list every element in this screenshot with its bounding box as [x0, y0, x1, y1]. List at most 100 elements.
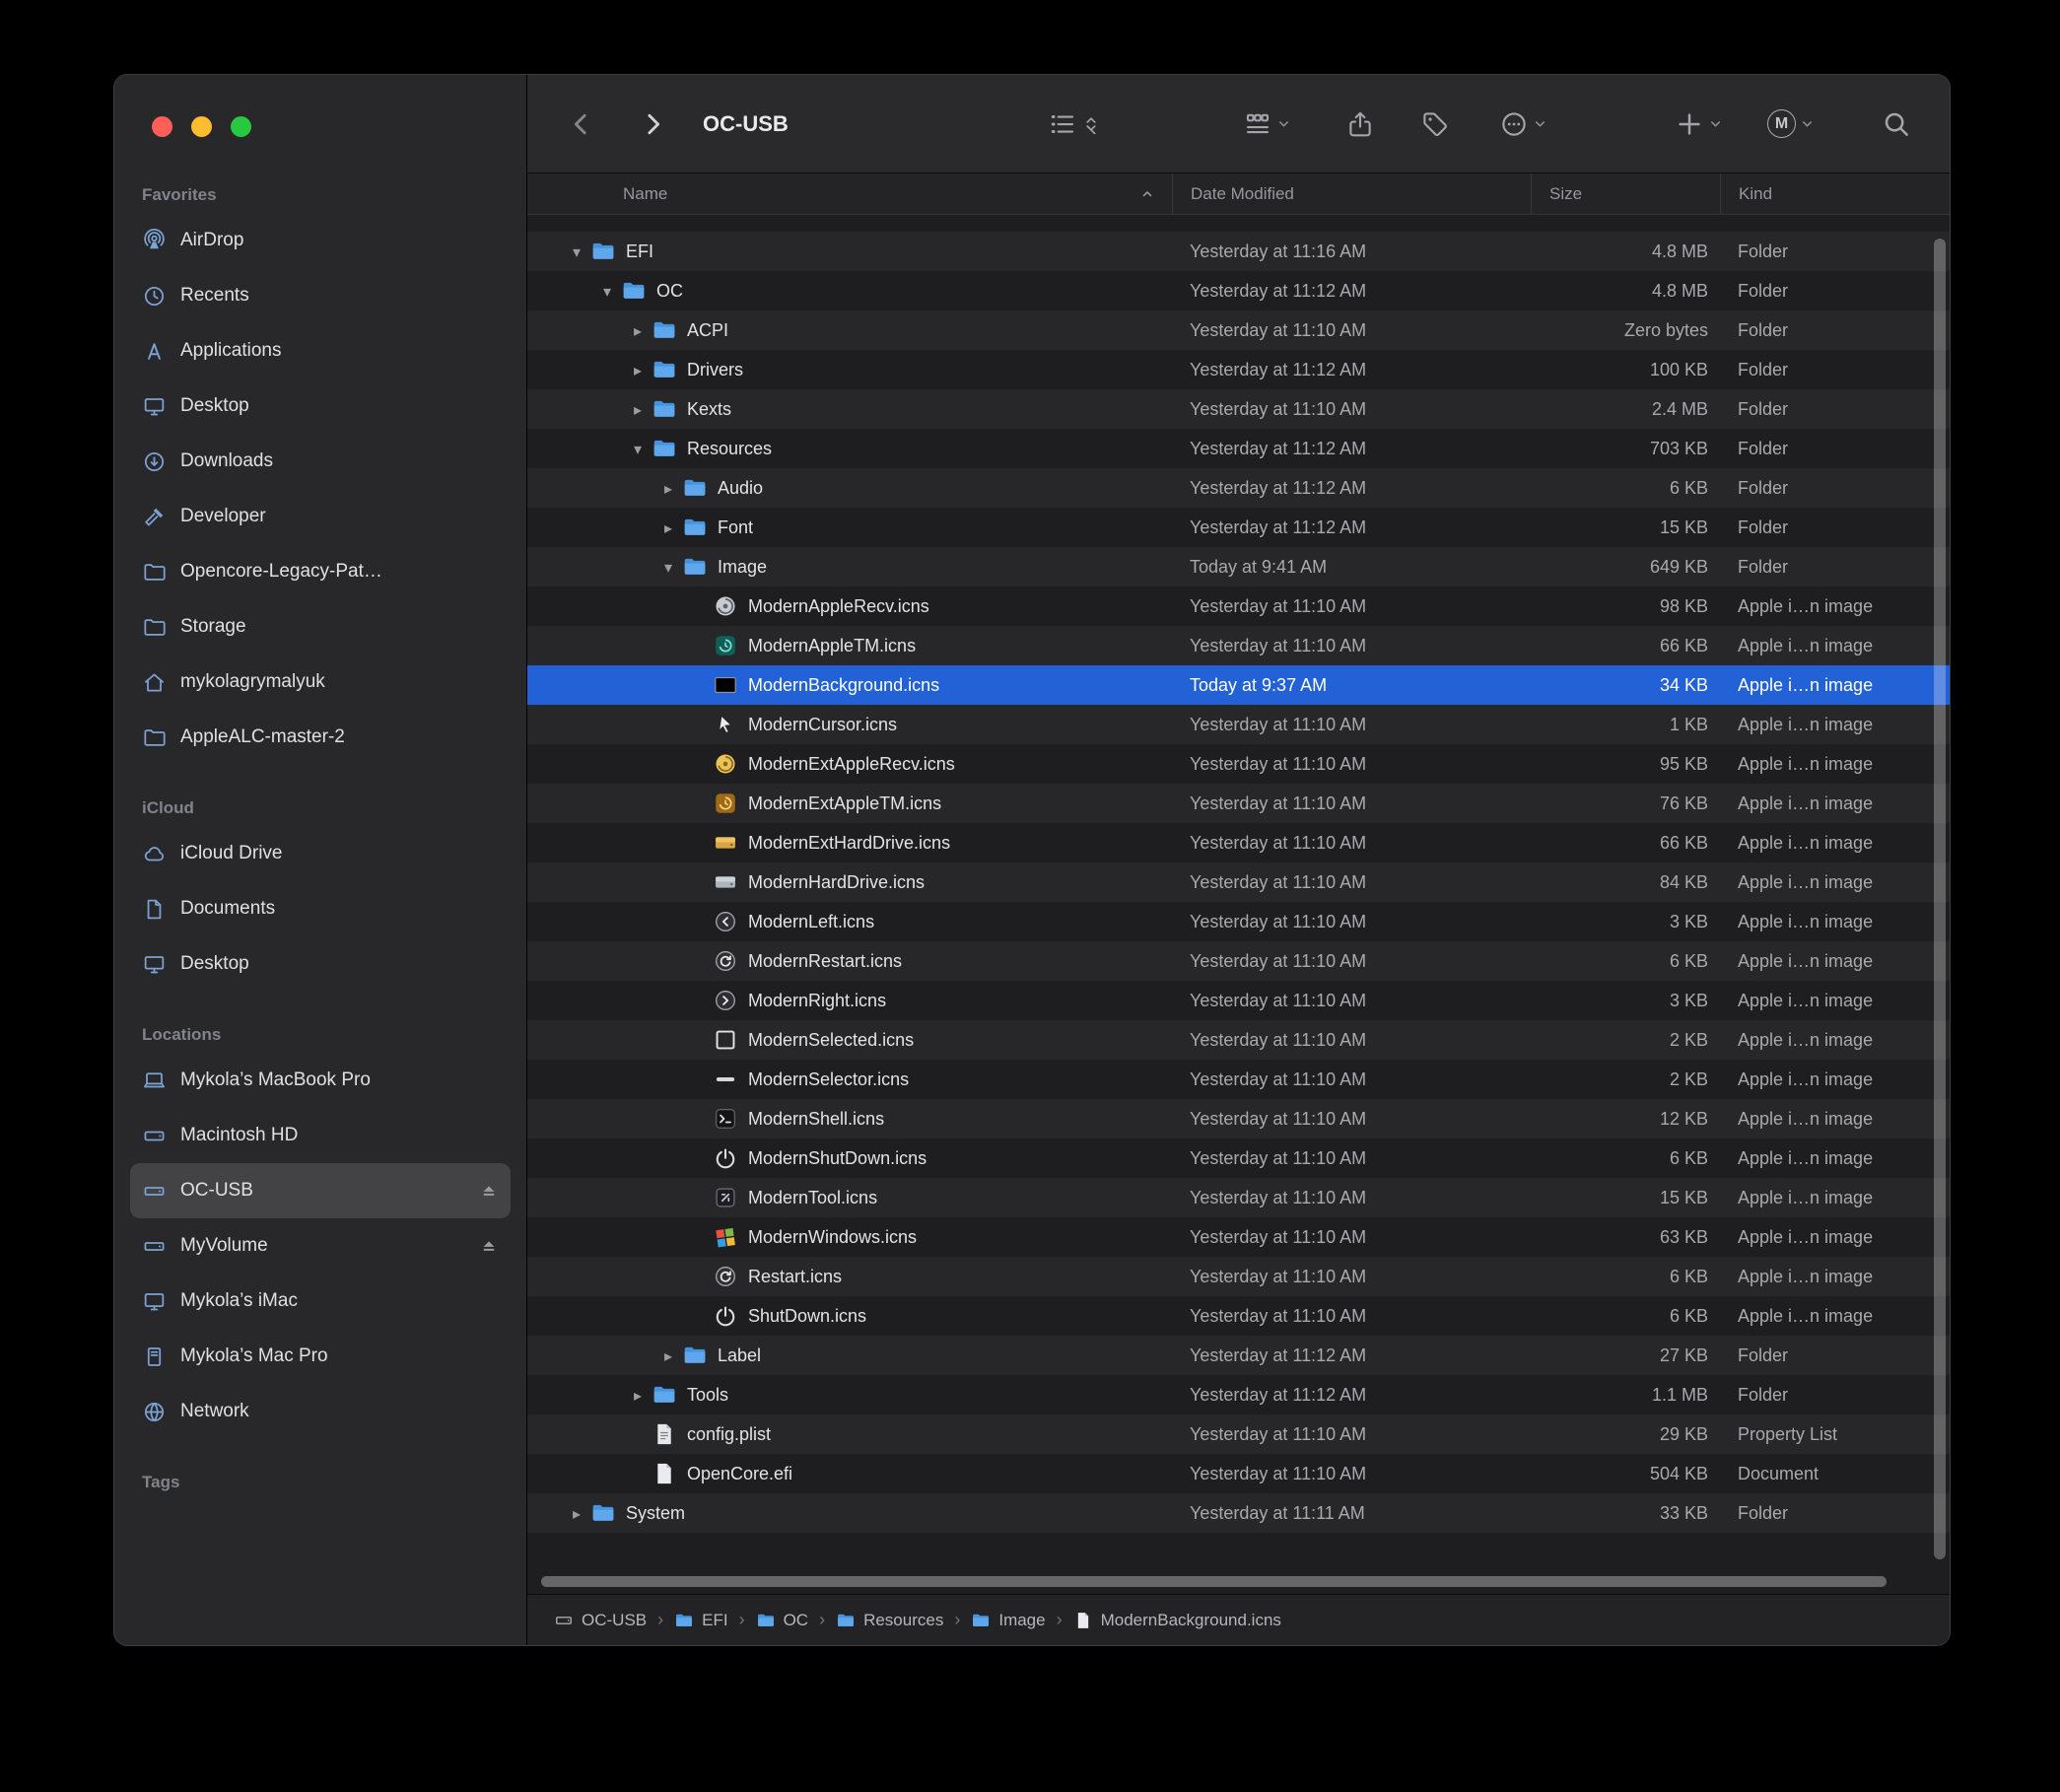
new-item-button[interactable] [1675, 75, 1723, 172]
file-name: ModernTool.icns [748, 1188, 877, 1208]
disclosure-closed-icon[interactable]: ▸ [654, 518, 682, 537]
eject-icon[interactable] [479, 1181, 499, 1201]
table-row[interactable]: ModernBackground.icnsToday at 9:37 AM34 … [527, 665, 1950, 705]
account-badge-button[interactable]: M [1767, 75, 1815, 172]
table-row[interactable]: ▾ResourcesYesterday at 11:12 AM703 KBFol… [527, 429, 1950, 468]
folder-outline-icon [142, 725, 167, 750]
sidebar-item-macintosh-hd[interactable]: Macintosh HD [130, 1108, 511, 1163]
column-header-size[interactable]: Size [1531, 173, 1720, 214]
path-item-image[interactable]: Image [971, 1611, 1045, 1630]
table-row[interactable]: ModernExtHardDrive.icnsYesterday at 11:1… [527, 823, 1950, 862]
sidebar-item-downloads[interactable]: Downloads [130, 434, 511, 489]
table-row[interactable]: ModernTool.icnsYesterday at 11:10 AM15 K… [527, 1178, 1950, 1217]
table-row[interactable]: ModernShell.icnsYesterday at 11:10 AM12 … [527, 1099, 1950, 1138]
share-button[interactable] [1345, 75, 1375, 172]
table-row[interactable]: ▸LabelYesterday at 11:12 AM27 KBFolder [527, 1336, 1950, 1375]
sidebar-item-label: Desktop [180, 395, 249, 417]
path-item-efi[interactable]: EFI [674, 1611, 727, 1630]
more-actions-button[interactable] [1499, 75, 1547, 172]
table-row[interactable]: ModernShutDown.icnsYesterday at 11:10 AM… [527, 1138, 1950, 1178]
table-row[interactable]: ModernAppleRecv.icnsYesterday at 11:10 A… [527, 586, 1950, 626]
tag-button[interactable] [1420, 75, 1450, 172]
table-row[interactable]: ModernRight.icnsYesterday at 11:10 AM3 K… [527, 981, 1950, 1020]
path-item-oc[interactable]: OC [756, 1611, 809, 1630]
column-header-name[interactable]: Name [527, 173, 1172, 214]
sidebar-item-storage[interactable]: Storage [130, 599, 511, 655]
disclosure-closed-icon[interactable]: ▸ [563, 1504, 590, 1523]
table-row[interactable]: ShutDown.icnsYesterday at 11:10 AM6 KBAp… [527, 1296, 1950, 1336]
sidebar-item-applealc-master-2[interactable]: AppleALC-master-2 [130, 710, 511, 765]
table-row[interactable]: ModernSelector.icnsYesterday at 11:10 AM… [527, 1060, 1950, 1099]
disclosure-open-icon[interactable]: ▾ [654, 558, 682, 577]
sidebar-item-mykola-s-imac[interactable]: Mykola’s iMac [130, 1274, 511, 1329]
table-row[interactable]: ▸KextsYesterday at 11:10 AM2.4 MBFolder [527, 389, 1950, 429]
table-row[interactable]: ModernExtAppleTM.icnsYesterday at 11:10 … [527, 784, 1950, 823]
eject-icon[interactable] [479, 1236, 499, 1256]
table-row[interactable]: ▸FontYesterday at 11:12 AM15 KBFolder [527, 508, 1950, 547]
sidebar-item-myvolume[interactable]: MyVolume [130, 1218, 511, 1274]
table-row[interactable]: ▾OCYesterday at 11:12 AM4.8 MBFolder [527, 271, 1950, 310]
sidebar-item-label: iCloud Drive [180, 843, 282, 864]
table-row[interactable]: ModernRestart.icnsYesterday at 11:10 AM6… [527, 941, 1950, 981]
sidebar-item-developer[interactable]: Developer [130, 489, 511, 544]
sidebar-item-mykola-s-mac-pro[interactable]: Mykola’s Mac Pro [130, 1329, 511, 1384]
date-modified-cell: Yesterday at 11:10 AM [1172, 1099, 1531, 1138]
search-button[interactable] [1882, 75, 1911, 172]
minimize-button[interactable] [191, 116, 212, 137]
sidebar-item-desktop[interactable]: Desktop [130, 936, 511, 992]
back-button[interactable] [567, 75, 596, 172]
sidebar-item-airdrop[interactable]: AirDrop [130, 213, 511, 268]
sidebar-item-recents[interactable]: Recents [130, 268, 511, 323]
table-row[interactable]: ModernExtAppleRecv.icnsYesterday at 11:1… [527, 744, 1950, 784]
size-cell: 27 KB [1531, 1336, 1720, 1375]
name-cell: ModernHardDrive.icns [527, 862, 1172, 902]
disclosure-open-icon[interactable]: ▾ [563, 242, 590, 261]
sidebar-item-label: Recents [180, 285, 249, 307]
column-header-date-modified[interactable]: Date Modified [1172, 173, 1531, 214]
table-row[interactable]: ▸ToolsYesterday at 11:12 AM1.1 MBFolder [527, 1375, 1950, 1414]
sidebar-item-opencore-legacy-pat[interactable]: Opencore-Legacy-Pat… [130, 544, 511, 599]
table-row[interactable]: ▸ACPIYesterday at 11:10 AMZero bytesFold… [527, 310, 1950, 350]
table-row[interactable]: ModernHardDrive.icnsYesterday at 11:10 A… [527, 862, 1950, 902]
sidebar-item-oc-usb[interactable]: OC-USB [130, 1163, 511, 1218]
view-options-button[interactable] [1048, 75, 1101, 172]
sidebar-item-mykolagrymalyuk[interactable]: mykolagrymalyuk [130, 655, 511, 710]
path-item-oc-usb[interactable]: OC-USB [554, 1611, 647, 1630]
zoom-button[interactable] [231, 116, 251, 137]
disclosure-closed-icon[interactable]: ▸ [654, 1346, 682, 1365]
disclosure-closed-icon[interactable]: ▸ [654, 479, 682, 498]
path-item-modernbackground-icns[interactable]: ModernBackground.icns [1073, 1611, 1281, 1630]
sidebar-item-network[interactable]: Network [130, 1384, 511, 1439]
column-header-kind[interactable]: Kind [1720, 173, 1950, 214]
disclosure-closed-icon[interactable]: ▸ [624, 400, 652, 419]
table-row[interactable]: ModernSelected.icnsYesterday at 11:10 AM… [527, 1020, 1950, 1060]
close-button[interactable] [152, 116, 172, 137]
sidebar-item-icloud-drive[interactable]: iCloud Drive [130, 826, 511, 881]
disclosure-closed-icon[interactable]: ▸ [624, 361, 652, 379]
table-row[interactable]: Restart.icnsYesterday at 11:10 AM6 KBApp… [527, 1257, 1950, 1296]
table-row[interactable]: ModernAppleTM.icnsYesterday at 11:10 AM6… [527, 626, 1950, 665]
disclosure-closed-icon[interactable]: ▸ [624, 1386, 652, 1405]
disclosure-open-icon[interactable]: ▾ [593, 282, 621, 301]
vertical-scrollbar[interactable] [1934, 239, 1946, 1559]
path-item-resources[interactable]: Resources [836, 1611, 943, 1630]
table-row[interactable]: ▾EFIYesterday at 11:16 AM4.8 MBFolder [527, 232, 1950, 271]
sidebar-item-documents[interactable]: Documents [130, 881, 511, 936]
sidebar-item-desktop[interactable]: Desktop [130, 379, 511, 434]
forward-button[interactable] [638, 75, 667, 172]
table-row[interactable]: ModernCursor.icnsYesterday at 11:10 AM1 … [527, 705, 1950, 744]
table-row[interactable]: ▸SystemYesterday at 11:11 AM33 KBFolder [527, 1493, 1950, 1533]
table-row[interactable]: ▸AudioYesterday at 11:12 AM6 KBFolder [527, 468, 1950, 508]
table-row[interactable]: ModernWindows.icnsYesterday at 11:10 AM6… [527, 1217, 1950, 1257]
sidebar-item-mykola-s-macbook-pro[interactable]: Mykola’s MacBook Pro [130, 1053, 511, 1108]
table-row[interactable]: ▾ImageToday at 9:41 AM649 KBFolder [527, 547, 1950, 586]
table-row[interactable]: ▸DriversYesterday at 11:12 AM100 KBFolde… [527, 350, 1950, 389]
table-row[interactable]: config.plistYesterday at 11:10 AM29 KBPr… [527, 1414, 1950, 1454]
disclosure-closed-icon[interactable]: ▸ [624, 321, 652, 340]
table-row[interactable]: ModernLeft.icnsYesterday at 11:10 AM3 KB… [527, 902, 1950, 941]
group-button[interactable] [1243, 75, 1291, 172]
table-row[interactable]: OpenCore.efiYesterday at 11:10 AM504 KBD… [527, 1454, 1950, 1493]
horizontal-scrollbar[interactable] [541, 1576, 1887, 1587]
disclosure-open-icon[interactable]: ▾ [624, 440, 652, 458]
sidebar-item-applications[interactable]: Applications [130, 323, 511, 379]
